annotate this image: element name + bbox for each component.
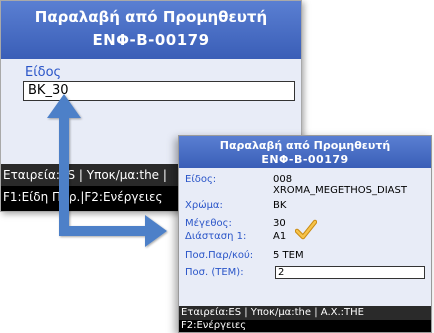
size-value: 30	[273, 218, 286, 229]
item-code-value: 008	[273, 174, 293, 185]
quantity-input[interactable]: 2	[275, 266, 425, 279]
front-screen-title: Παραλαβή από Προμηθευτή	[219, 139, 391, 152]
qty-per-pack-label: Ποσ.Παρ/κού:	[185, 250, 254, 261]
item-input[interactable]: BK_30	[23, 81, 295, 101]
dimension-value: A1	[273, 231, 287, 242]
qty-per-pack-value: 5 TEM	[273, 250, 304, 261]
front-screen-status-bar: Εταιρεία:ES | Υποκ/μα:the | A.X.:THE	[179, 306, 431, 320]
front-screen-header: Παραλαβή από Προμηθευτή ΕΝΦ-Β-00179	[179, 136, 431, 168]
back-screen-document-code: ΕΝΦ-Β-00179	[92, 31, 210, 49]
color-value: BK	[273, 200, 287, 211]
item-field-label: Είδος:	[185, 174, 217, 185]
back-screen-header: Παραλαβή από Προμηθευτή ΕΝΦ-Β-00179	[1, 1, 301, 59]
size-label: Μέγεθος:	[185, 218, 232, 229]
quantity-label: Ποσ. (TEM):	[185, 267, 244, 278]
dimension-label: Διάσταση 1:	[185, 231, 247, 242]
front-screen-function-keys[interactable]: F2:Ενέργειες	[179, 320, 431, 332]
front-screen-body: Είδος: 008 XROMA_MEGETHOS_DIAST Χρώμα: B…	[179, 168, 431, 306]
item-label: Είδος	[25, 65, 62, 80]
checkmark-icon	[295, 219, 317, 240]
color-label: Χρώμα:	[185, 200, 223, 211]
front-screen: Παραλαβή από Προμηθευτή ΕΝΦ-Β-00179 Είδο…	[178, 135, 432, 333]
item-description-value: XROMA_MEGETHOS_DIAST	[273, 185, 407, 196]
back-screen-title: Παραλαβή από Προμηθευτή	[34, 8, 268, 26]
front-screen-document-code: ΕΝΦ-Β-00179	[261, 153, 349, 166]
